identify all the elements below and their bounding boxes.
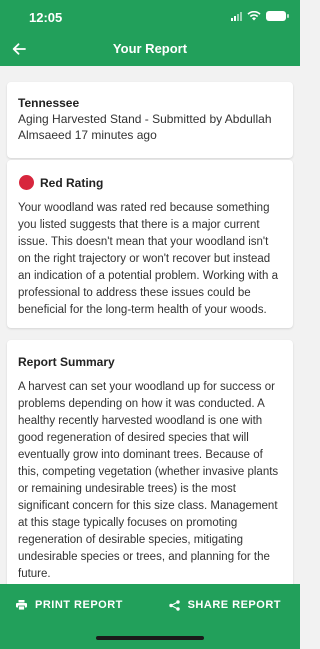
report-content[interactable]: Tennessee Aging Harvested Stand - Submit…	[0, 66, 300, 584]
red-rating-dot-icon	[19, 175, 34, 190]
share-report-button[interactable]: SHARE REPORT	[168, 584, 281, 626]
summary-card: Report Summary A harvest can set your wo…	[7, 340, 293, 584]
printer-icon	[16, 600, 27, 610]
rating-description: Your woodland was rated red because some…	[18, 202, 278, 316]
wifi-icon	[247, 11, 261, 21]
summary-text: A harvest can set your woodland up for s…	[18, 381, 279, 580]
status-icons	[231, 11, 289, 21]
app-header: 12:05 Your Report	[0, 0, 300, 66]
nav-bar: Your Report	[0, 34, 300, 64]
share-icon	[168, 599, 180, 611]
rating-card: Red Rating Your woodland was rated red b…	[7, 160, 293, 328]
rating-title: Red Rating	[40, 175, 104, 190]
stand-location: Tennessee	[18, 96, 80, 110]
rating-header: Red Rating	[18, 175, 282, 190]
print-report-label: PRINT REPORT	[35, 599, 123, 611]
footer-toolbar: PRINT REPORT SHARE REPORT	[0, 584, 300, 626]
page-title: Your Report	[112, 41, 188, 56]
status-bar: 12:05	[0, 0, 300, 34]
share-report-label: SHARE REPORT	[187, 599, 281, 611]
stand-subtitle: Aging Harvested Stand - Submitted by Abd…	[18, 112, 272, 142]
summary-title: Report Summary	[18, 355, 115, 369]
home-indicator-area	[0, 626, 300, 649]
stand-info-card: Tennessee Aging Harvested Stand - Submit…	[7, 82, 293, 158]
status-time: 12:05	[29, 10, 63, 25]
cellular-signal-icon	[231, 11, 242, 21]
print-report-button[interactable]: PRINT REPORT	[16, 584, 123, 626]
home-indicator[interactable]	[96, 636, 204, 640]
battery-icon	[266, 11, 289, 21]
